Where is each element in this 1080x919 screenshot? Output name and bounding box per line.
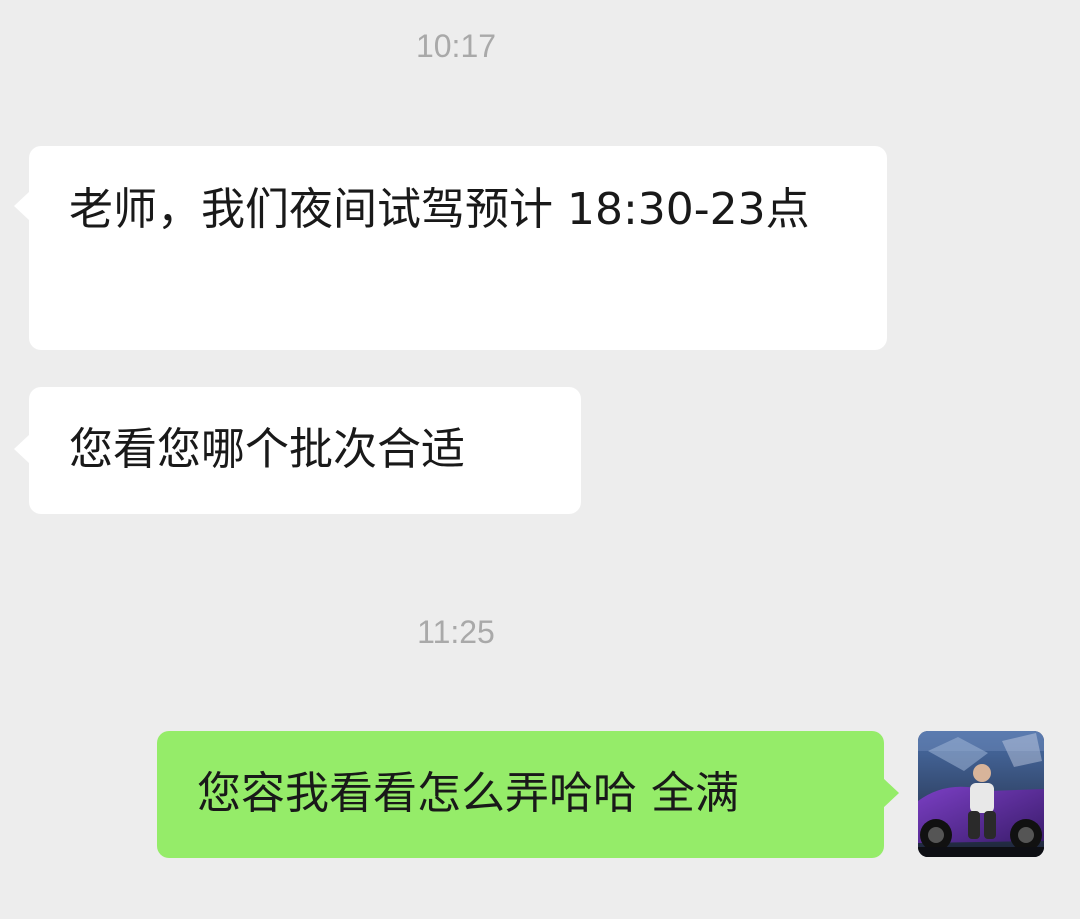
message-text: 老师，我们夜间试驾预计 18:30-23点 [69, 184, 810, 235]
bubble-tail [14, 434, 30, 464]
bubble-tail [883, 778, 899, 808]
timestamp: 10:17 [415, 28, 497, 64]
avatar-image [918, 731, 1044, 857]
message-bubble-incoming[interactable]: 老师，我们夜间试驾预计 18:30-23点 [14, 146, 887, 350]
user-avatar-photo-icon[interactable] [918, 731, 1044, 857]
message-bubble-outgoing[interactable]: 您容我看看怎么弄哈哈 全满 [157, 731, 899, 858]
message-bubble-incoming[interactable]: 您看您哪个批次合适 [14, 387, 581, 514]
timestamp: 11:25 [417, 614, 495, 650]
message-text: 您看您哪个批次合适 [69, 424, 465, 475]
bubble-tail [14, 191, 30, 221]
message-text: 您容我看看怎么弄哈哈 全满 [197, 768, 739, 819]
